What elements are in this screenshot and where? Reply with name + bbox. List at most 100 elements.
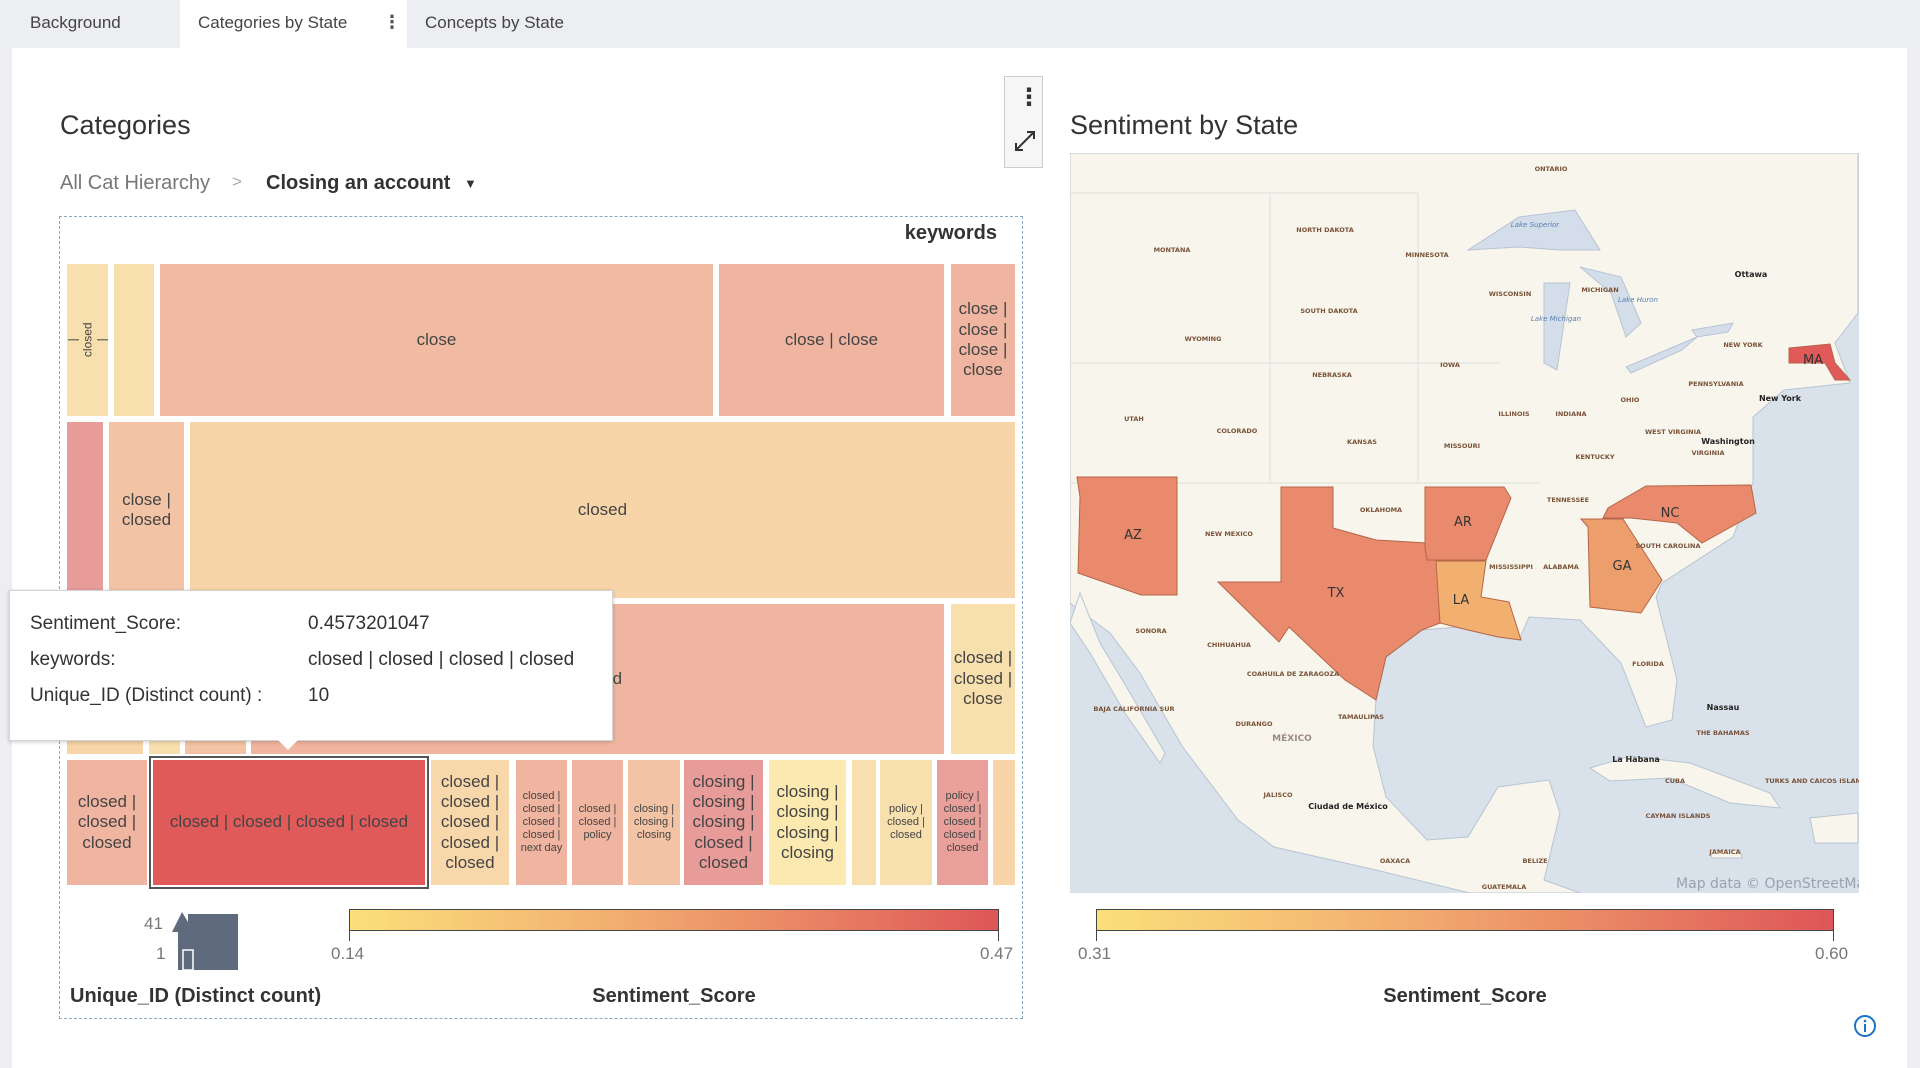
map-label: TAMAULIPAS	[1338, 713, 1384, 721]
treemap-tile[interactable]: close | close | close | close	[951, 264, 1015, 416]
map-label: NORTH DAKOTA	[1296, 226, 1353, 234]
treemap-tile[interactable]: policy | closed | closed	[880, 760, 932, 885]
map-label: TURKS AND CAICOS ISLANDS	[1765, 777, 1859, 785]
map-label: PENNSYLVANIA	[1688, 380, 1743, 388]
map-label: Lake Huron	[1618, 296, 1658, 304]
tab-label: Categories by State	[198, 13, 348, 32]
treemap-tile[interactable]	[114, 264, 154, 416]
map-label: NEW YORK	[1723, 341, 1763, 349]
treemap-tile[interactable]	[993, 760, 1015, 885]
state-label: LA	[1453, 593, 1470, 608]
object-toolbar: ⋮	[1004, 76, 1043, 168]
tooltip-pointer	[278, 740, 298, 750]
tile-label: close | close | close | close	[958, 299, 1008, 380]
tile-label: closed | closed | close	[953, 648, 1013, 709]
legend-tick	[1833, 931, 1834, 941]
map-label: VIRGINIA	[1691, 449, 1724, 457]
tab-concepts-by-state[interactable]: Concepts by State	[415, 0, 574, 48]
tab-menu-icon[interactable]: ⋮	[383, 12, 401, 33]
tile-label: closed | closed | closed	[77, 791, 137, 852]
map-label: ILLINOIS	[1498, 410, 1530, 418]
treemap-tile[interactable]: closed | closed | closed | closed	[149, 756, 429, 889]
map-label: Washington	[1701, 437, 1755, 446]
info-icon[interactable]	[1853, 1014, 1877, 1038]
map-label: CHIHUAHUA	[1207, 641, 1251, 649]
map-label: Ciudad de México	[1308, 801, 1388, 811]
map-label: JAMAICA	[1708, 848, 1740, 856]
treemap-tile[interactable]	[67, 422, 103, 598]
expand-icon[interactable]	[1013, 129, 1037, 153]
map-label: La Habana	[1612, 755, 1660, 764]
vertical-dots-icon[interactable]: ⋮	[1017, 83, 1041, 112]
size-legend-min: 1	[156, 944, 166, 963]
map-label: Ottawa	[1735, 270, 1768, 279]
map-label: INDIANA	[1555, 410, 1586, 418]
state-label: GA	[1613, 559, 1632, 574]
map-label: SOUTH DAKOTA	[1300, 307, 1357, 315]
map[interactable]: AZ TX AR LA GA NC MA ONTARIO NORTH DAKOTA MONTANA…	[1070, 153, 1859, 893]
map-label: Lake Superior	[1511, 221, 1561, 229]
state-label: TX	[1327, 586, 1345, 601]
tooltip-value: 0.4573201047	[308, 613, 430, 634]
state-label: NC	[1661, 506, 1680, 521]
tile-label: closing | closing | closing | closing	[776, 781, 839, 862]
tile-label: closed | closed | closed | closed | next…	[520, 789, 563, 855]
tile-label: closed	[577, 499, 628, 519]
treemap-tile[interactable]: close | closed	[109, 422, 184, 598]
color-legend-title: Sentiment_Score	[592, 985, 756, 1007]
treemap-tile[interactable]	[852, 760, 876, 885]
color-legend-max: 0.47	[980, 944, 1014, 963]
treemap-tile[interactable]: closing | closing | closing	[628, 760, 680, 885]
tooltip-label: keywords:	[30, 649, 116, 670]
tooltip-label: Unique_ID (Distinct count) :	[30, 685, 263, 706]
breadcrumb-separator: >	[232, 172, 242, 191]
map-label: WYOMING	[1185, 335, 1222, 343]
treemap-tile[interactable]: close | close	[719, 264, 944, 416]
tile-label: close	[416, 329, 457, 349]
map-label: OHIO	[1621, 396, 1640, 404]
map-title: Sentiment by State	[1070, 110, 1299, 140]
tile-label: closed | closed | closed | closed | clos…	[440, 771, 500, 873]
map-label: WISCONSIN	[1489, 290, 1532, 298]
map-color-legend-bar	[1096, 909, 1834, 931]
tile-label: closed | closed | closed | closed	[169, 812, 409, 832]
size-legend-max: 41	[144, 914, 163, 933]
map-label: WEST VIRGINIA	[1645, 428, 1701, 436]
treemap-tile[interactable]: closed | closed | closed | closed | next…	[516, 760, 567, 885]
map-label: FLORIDA	[1632, 660, 1664, 668]
map-label: GUATEMALA	[1482, 883, 1526, 891]
map-label: ONTARIO	[1535, 165, 1568, 173]
dropdown-icon[interactable]: ▼	[464, 176, 477, 191]
legend-tick	[349, 931, 350, 941]
map-legend-min: 0.31	[1078, 944, 1112, 963]
treemap-tile[interactable]: closing | closing | closing | closed | c…	[684, 760, 763, 885]
treemap-tile[interactable]: closed | closed | close	[951, 604, 1015, 754]
tile-label: close | close	[784, 329, 879, 349]
tab-bar: Background Categories by State ⋮ Concept…	[0, 0, 1920, 48]
map-label: TENNESSEE	[1547, 496, 1589, 504]
treemap-tile[interactable]: closed	[190, 422, 1015, 598]
tile-label: closing | closing | closing	[633, 802, 675, 842]
treemap-tile[interactable]: 30 days | closed | closed | closed | clo…	[67, 264, 108, 416]
treemap-tile[interactable]: close	[160, 264, 713, 416]
treemap-tile[interactable]: policy | closed | closed | closed | clos…	[937, 760, 988, 885]
map-label: MICHIGAN	[1581, 286, 1618, 294]
tab-categories-by-state[interactable]: Categories by State	[180, 0, 407, 48]
map-label: COLORADO	[1217, 427, 1258, 435]
treemap-tile[interactable]: closing | closing | closing | closing	[769, 760, 846, 885]
map-legend-max: 0.60	[1815, 944, 1849, 963]
map-label: MISSISSIPPI	[1489, 563, 1533, 571]
tab-background[interactable]: Background	[20, 0, 131, 48]
treemap-tile[interactable]: closed | closed | closed	[67, 760, 147, 885]
map-label: SOUTH CAROLINA	[1636, 542, 1701, 550]
state-label: AR	[1454, 515, 1472, 530]
color-legend-bar	[349, 909, 999, 931]
breadcrumb-current[interactable]: Closing an account	[266, 172, 450, 195]
color-legend-min: 0.14	[331, 944, 365, 963]
map-label: Nassau	[1707, 703, 1740, 712]
breadcrumb-root[interactable]: All Cat Hierarchy	[60, 172, 210, 195]
treemap-tile[interactable]: closed | closed | closed | closed | clos…	[431, 760, 509, 885]
state-label: AZ	[1124, 528, 1142, 543]
tooltip-value: 10	[308, 685, 330, 706]
treemap-tile[interactable]: closed | closed | policy	[572, 760, 623, 885]
